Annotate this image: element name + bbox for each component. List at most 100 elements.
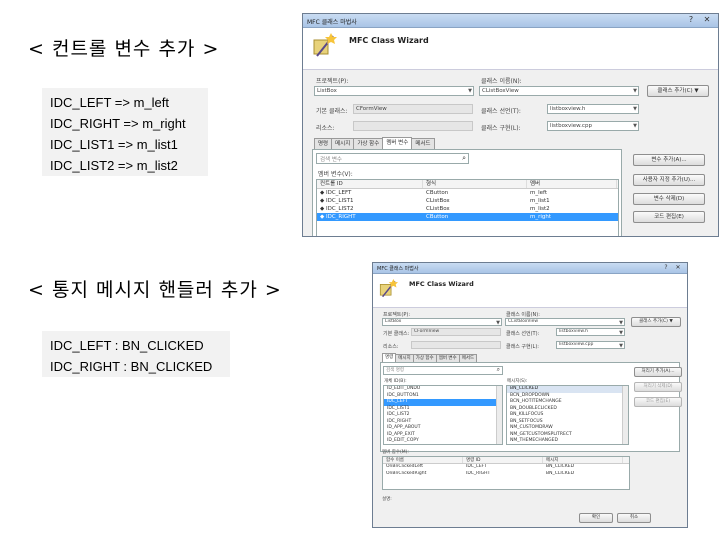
tab-methods[interactable]: 메서드: [411, 138, 435, 149]
table-row[interactable]: ◆ IDC_LIST1 CListBox m_list1: [317, 197, 618, 205]
add-class-button[interactable]: 클래스 추가(C) ▼: [647, 85, 709, 97]
section1-heading: < 컨트롤 변수 추가 >: [28, 38, 220, 60]
tab-commands[interactable]: 명령: [314, 138, 333, 149]
column-header[interactable]: 멤버: [527, 180, 617, 188]
wizard-header: MFC Class Wizard: [303, 28, 718, 70]
list-item[interactable]: NM_THEMECHANGED: [507, 438, 628, 444]
tab-methods[interactable]: 메서드: [458, 354, 478, 362]
implementation-combo[interactable]: listboxview.cpp ▼: [547, 121, 639, 131]
tab-commands[interactable]: 명령: [382, 353, 397, 362]
wizard-header-title: MFC Class Wizard: [409, 280, 474, 288]
object-ids-list[interactable]: ID_EDIT_UNDO IDC_BUTTON1 IDC_LEFT IDC_LI…: [383, 385, 503, 445]
add-handler-button[interactable]: 처리기 추가(A)...: [634, 367, 682, 377]
resource-field: [353, 121, 473, 131]
section1-code-box: IDC_LEFT => m_left IDC_RIGHT => m_right …: [42, 88, 208, 176]
window-title: MFC 클래스 마법사: [377, 266, 419, 272]
project-label: 프로젝트(P):: [316, 78, 349, 85]
section2-code-box: IDC_LEFT : BN_CLICKED IDC_RIGHT : BN_CLI…: [42, 331, 230, 377]
wizard-wand-icon: [313, 33, 337, 57]
column-header[interactable]: 함수 이름: [383, 457, 463, 463]
code-line: IDC_RIGHT => m_right: [50, 116, 186, 131]
code-line: IDC_LEFT : BN_CLICKED: [50, 338, 204, 353]
close-icon[interactable]: ✕: [671, 263, 685, 273]
table-row[interactable]: ◆ IDC_LEFT CButton m_left: [317, 189, 618, 197]
wizard-header-title: MFC Class Wizard: [349, 36, 429, 45]
declaration-combo[interactable]: listboxview.h ▼: [556, 328, 625, 336]
messages-label: 메시지(S):: [507, 379, 528, 384]
handlers-list[interactable]: 함수 이름 명령 ID 메시지 OnBnClickedLeft IDC_LEFT B…: [382, 456, 630, 490]
base-class-field: CFormView: [353, 104, 473, 114]
column-header[interactable]: 형식: [423, 180, 527, 188]
tab-messages[interactable]: 메시지: [395, 354, 414, 362]
ok-button[interactable]: 확인: [579, 513, 613, 523]
add-class-button[interactable]: 클래스 추가(C) ▼: [631, 317, 681, 327]
messages-list[interactable]: BN_CLICKED BCN_DROPDOWN BCN_HOTITEMCHANG…: [506, 385, 629, 445]
class-name-combo[interactable]: CListBoxView ▼: [505, 318, 625, 326]
wizard-tabs: 명령 메시지 가상 함수 멤버 변수 메서드: [314, 137, 435, 149]
column-header[interactable]: 명령 ID: [463, 457, 543, 463]
class-name-label: 클래스 이름(N):: [506, 312, 540, 318]
project-combo[interactable]: ListBox ▼: [382, 318, 502, 326]
project-label: 프로젝트(P):: [383, 312, 411, 318]
implementation-combo[interactable]: listboxview.cpp ▼: [556, 341, 625, 349]
window-title: MFC 클래스 마법사: [307, 19, 357, 26]
resource-label: 리소스:: [383, 344, 399, 350]
edit-code-button[interactable]: 코드 편집(E): [633, 211, 705, 223]
help-icon[interactable]: ?: [684, 15, 698, 25]
wizard-wand-icon: [379, 279, 398, 298]
tab-member-variables[interactable]: 멤버 변수: [435, 354, 460, 362]
declaration-combo[interactable]: listboxview.h ▼: [547, 104, 639, 114]
member-variables-list[interactable]: 컨트롤 ID 형식 멤버 ◆ IDC_LEFT CButton m_left ◆ I…: [316, 179, 619, 236]
edit-code-button[interactable]: 코드 편집(E): [634, 397, 682, 407]
declaration-label: 클래스 선언(T):: [481, 108, 521, 115]
section2-heading: < 통지 메시지 핸들러 추가 >: [28, 279, 282, 301]
resource-field: [411, 341, 501, 349]
code-line: IDC_RIGHT : BN_CLICKED: [50, 359, 213, 374]
class-name-combo[interactable]: CListBoxView ▼: [479, 86, 639, 96]
search-variables-input[interactable]: 검색 변수 ⌕: [316, 153, 469, 164]
search-commands-input[interactable]: 검색 명령 ⌕: [383, 366, 503, 375]
wizard-header: MFC Class Wizard: [373, 274, 687, 308]
tab-virtual-functions[interactable]: 가상 함수: [353, 138, 384, 149]
class-name-label: 클래스 이름(N):: [481, 78, 522, 85]
tab-member-variables[interactable]: 멤버 변수: [382, 137, 413, 149]
cancel-button[interactable]: 취소: [617, 513, 651, 523]
add-variable-button[interactable]: 변수 추가(A)...: [633, 154, 705, 166]
search-icon[interactable]: ⌕: [462, 154, 466, 163]
list-header: 함수 이름 명령 ID 메시지: [383, 457, 629, 464]
member-variables-label: 멤버 변수(V):: [318, 171, 353, 178]
base-class-label: 기본 클래스:: [383, 331, 410, 337]
tab-virtual-functions[interactable]: 가상 함수: [412, 354, 437, 362]
code-line: IDC_LEFT => m_left: [50, 95, 169, 110]
handlers-label: 멤버 함수(M):: [382, 450, 409, 455]
tab-messages[interactable]: 메시지: [331, 138, 355, 149]
column-header[interactable]: 메시지: [543, 457, 623, 463]
scrollbar[interactable]: [496, 386, 502, 444]
table-row[interactable]: OnBnClickedRight IDC_RIGHT BN_CLICKED: [383, 471, 629, 478]
base-class-field: CFormView: [411, 328, 501, 336]
implementation-label: 클래스 구현(L):: [506, 344, 539, 350]
object-ids-label: 개체 ID(B):: [384, 379, 407, 384]
list-header: 컨트롤 ID 형식 멤버: [317, 180, 618, 189]
resource-label: 리소스:: [316, 125, 335, 132]
scrollbar[interactable]: [622, 386, 628, 444]
declaration-label: 클래스 선언(T):: [506, 331, 540, 337]
list-item[interactable]: ID_EDIT_COPY: [384, 438, 502, 444]
class-wizard-window-commands: MFC 클래스 마법사 ? ✕ MFC Class Wizard 프로젝트(P)…: [372, 262, 688, 528]
wizard-tabs: 명령 메시지 가상 함수 멤버 변수 메서드: [382, 353, 478, 362]
search-icon[interactable]: ⌕: [497, 366, 500, 374]
close-icon[interactable]: ✕: [700, 15, 714, 25]
title-bar: MFC 클래스 마법사 ? ✕: [373, 263, 687, 274]
class-wizard-window-variables: MFC 클래스 마법사 ? ✕ MFC Class Wizard 프로젝트(P)…: [302, 13, 719, 237]
delete-handler-button[interactable]: 처리기 삭제(D): [634, 382, 682, 392]
code-line: IDC_LIST2 => m_list2: [50, 158, 178, 173]
base-class-label: 기본 클래스:: [316, 108, 348, 115]
implementation-label: 클래스 구현(L):: [481, 125, 521, 132]
delete-variable-button[interactable]: 변수 삭제(D): [633, 193, 705, 205]
add-custom-button[interactable]: 사용자 지정 추가(U)...: [633, 174, 705, 186]
project-combo[interactable]: ListBox ▼: [314, 86, 474, 96]
table-row[interactable]: ◆ IDC_LIST2 CListBox m_list2: [317, 205, 618, 213]
description-label: 설명:: [382, 497, 392, 502]
column-header[interactable]: 컨트롤 ID: [317, 180, 423, 188]
table-row-selected[interactable]: ◆ IDC_RIGHT CButton m_right: [317, 213, 618, 221]
